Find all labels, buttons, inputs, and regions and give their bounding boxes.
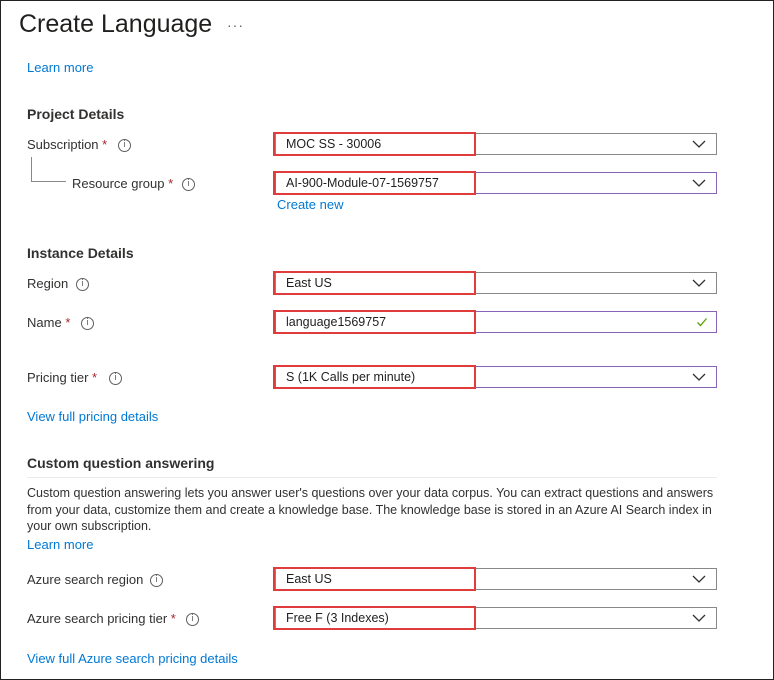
resource-group-value: AI-900-Module-07-1569757 bbox=[286, 176, 439, 190]
info-icon[interactable]: i bbox=[109, 372, 122, 385]
info-icon[interactable]: i bbox=[118, 139, 131, 152]
info-icon[interactable]: i bbox=[76, 278, 89, 291]
info-icon[interactable]: i bbox=[150, 574, 163, 587]
search-tier-value: Free F (3 Indexes) bbox=[286, 611, 389, 625]
chevron-down-icon bbox=[692, 575, 706, 583]
search-tier-label-text: Azure search pricing tier bbox=[27, 611, 168, 626]
pricing-tier-label: Pricing tier * bbox=[27, 370, 97, 385]
checkmark-icon bbox=[697, 318, 707, 327]
search-region-dropdown[interactable]: East US bbox=[275, 568, 717, 590]
info-icon[interactable]: i bbox=[81, 317, 94, 330]
create-new-link[interactable]: Create new bbox=[277, 197, 343, 212]
required-mark: * bbox=[168, 176, 174, 191]
subscription-label-text: Subscription bbox=[27, 137, 99, 152]
region-value: East US bbox=[286, 276, 332, 290]
subscription-label: Subscription * bbox=[27, 137, 107, 152]
chevron-down-icon bbox=[692, 614, 706, 622]
blade-header: Create Language ··· bbox=[1, 1, 773, 57]
name-label-text: Name bbox=[27, 315, 62, 330]
instance-details-heading: Instance Details bbox=[27, 245, 134, 261]
tree-connector bbox=[31, 157, 66, 182]
chevron-down-icon bbox=[692, 279, 706, 287]
cqa-description: Custom question answering lets you answe… bbox=[27, 486, 714, 533]
subscription-dropdown[interactable]: MOC SS - 30006 bbox=[275, 133, 717, 155]
resource-group-label-text: Resource group bbox=[72, 176, 165, 191]
resource-group-label: Resource group * bbox=[72, 176, 173, 191]
required-mark: * bbox=[92, 370, 98, 385]
learn-more-top-link[interactable]: Learn more bbox=[27, 60, 93, 75]
cqa-learn-more-link[interactable]: Learn more bbox=[27, 537, 93, 552]
chevron-down-icon bbox=[692, 179, 706, 187]
project-details-heading: Project Details bbox=[27, 106, 125, 122]
more-options-button[interactable]: ··· bbox=[227, 17, 244, 33]
name-input[interactable]: language1569757 bbox=[275, 311, 717, 333]
pricing-tier-dropdown[interactable]: S (1K Calls per minute) bbox=[275, 366, 717, 388]
search-region-label: Azure search region bbox=[27, 572, 144, 587]
search-tier-dropdown[interactable]: Free F (3 Indexes) bbox=[275, 607, 717, 629]
subscription-value: MOC SS - 30006 bbox=[286, 137, 382, 151]
view-search-pricing-link[interactable]: View full Azure search pricing details bbox=[27, 651, 238, 666]
region-dropdown[interactable]: East US bbox=[275, 272, 717, 294]
name-label: Name * bbox=[27, 315, 70, 330]
resource-group-dropdown[interactable]: AI-900-Module-07-1569757 bbox=[275, 172, 717, 194]
name-value: language1569757 bbox=[286, 315, 387, 329]
search-region-value: East US bbox=[286, 572, 332, 586]
cqa-heading: Custom question answering bbox=[27, 455, 215, 471]
create-language-blade: Create Language ··· Learn more Project D… bbox=[0, 0, 774, 680]
info-icon[interactable]: i bbox=[182, 178, 195, 191]
page-title: Create Language bbox=[19, 10, 213, 38]
view-pricing-link[interactable]: View full pricing details bbox=[27, 409, 158, 424]
pricing-tier-label-text: Pricing tier bbox=[27, 370, 89, 385]
search-tier-label: Azure search pricing tier * bbox=[27, 611, 176, 626]
info-icon[interactable]: i bbox=[186, 613, 199, 626]
chevron-down-icon bbox=[692, 140, 706, 148]
region-label: Region bbox=[27, 276, 69, 291]
section-divider bbox=[27, 477, 717, 478]
pricing-tier-value: S (1K Calls per minute) bbox=[286, 370, 416, 384]
chevron-down-icon bbox=[692, 373, 706, 381]
required-mark: * bbox=[65, 315, 71, 330]
required-mark: * bbox=[102, 137, 108, 152]
required-mark: * bbox=[170, 611, 176, 626]
